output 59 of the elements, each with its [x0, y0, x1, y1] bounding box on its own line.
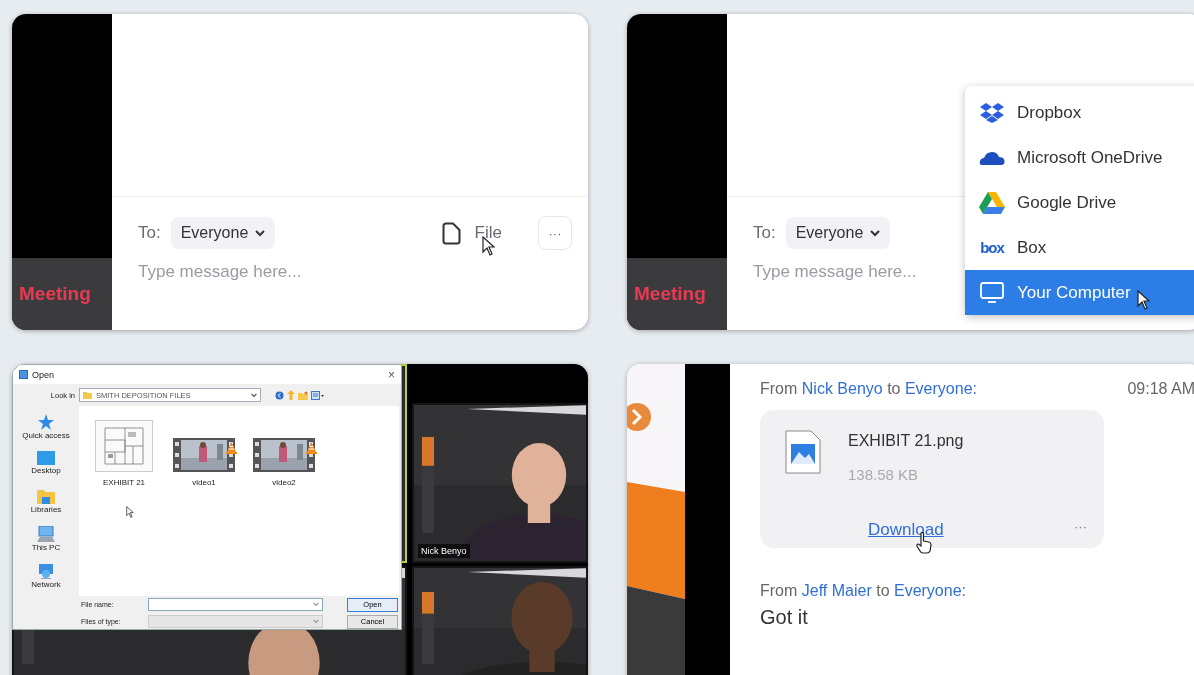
up-arrow-icon [287, 390, 295, 400]
chevron-icon [251, 392, 257, 398]
cursor-icon [126, 506, 134, 518]
desktop-icon [37, 451, 55, 466]
place-item[interactable]: Quick access [22, 431, 70, 440]
menu-item[interactable]: Microsoft OneDrive [965, 135, 1194, 180]
dropbox-icon [980, 102, 1004, 123]
dialog-title: Open [32, 369, 55, 380]
view-menu-icon [311, 390, 325, 400]
place-item[interactable]: Libraries [30, 505, 62, 515]
cone-icon [226, 442, 237, 454]
chevron-icon [870, 229, 881, 237]
menu-item[interactable]: Dropbox [965, 90, 1194, 135]
message-time: 09:18 AM [1127, 380, 1194, 398]
document-icon [441, 221, 461, 245]
image-file-icon [785, 430, 821, 474]
place-item[interactable]: Desktop [31, 466, 61, 476]
close-button[interactable]: × [388, 367, 395, 382]
file-item[interactable]: video1 [192, 478, 216, 487]
folder-icon [83, 391, 92, 399]
place-item[interactable]: This PC [31, 542, 61, 552]
monitor-icon [980, 282, 1004, 303]
more-button[interactable]: ··· [1074, 519, 1087, 534]
message-header: From Nick Benyo to Everyone: [760, 380, 978, 398]
chevron-icon [313, 602, 319, 607]
computer-icon [37, 525, 55, 542]
message-header: From Jeff Maier to Everyone: [760, 582, 967, 600]
box-logo: box [980, 239, 1004, 256]
download-link[interactable]: Download [868, 520, 944, 540]
to-label: To: [138, 223, 161, 243]
cone-icon [306, 442, 317, 454]
window-icon [19, 370, 28, 379]
cloud-icon [979, 149, 1005, 166]
triangle-icon [979, 191, 1005, 214]
star-icon [38, 414, 54, 430]
message-input[interactable]: Type message here... [138, 259, 398, 285]
recipient-dropdown[interactable]: Everyone [170, 217, 276, 249]
message-text: Got it [760, 606, 809, 629]
file-name-field[interactable] [148, 598, 323, 611]
file-size: 138.58 KB [848, 466, 919, 483]
recipient-dropdown[interactable]: Everyone [785, 217, 891, 249]
new-folder-icon [298, 390, 308, 400]
folder-icon [37, 488, 55, 505]
chevron-icon [313, 619, 319, 624]
cursor-icon [1137, 290, 1150, 310]
menu-item[interactable]: Google Drive [965, 180, 1194, 225]
place-item[interactable]: Network [31, 579, 61, 589]
more-button[interactable]: ··· [538, 216, 572, 250]
file-item[interactable]: EXHIBIT 21 [102, 478, 146, 487]
back-icon [275, 390, 284, 400]
to-label: To: [753, 223, 776, 243]
participant-name: Nick Benyo [418, 544, 470, 558]
menu-item[interactable]: Your Computer [965, 270, 1194, 315]
network-icon [37, 562, 55, 579]
file-name: EXHIBIT 21.png [848, 432, 964, 450]
file-button[interactable]: File [441, 221, 502, 245]
file-item[interactable]: video2 [272, 478, 296, 487]
cursor-icon [482, 236, 495, 256]
chevron-icon [255, 229, 266, 237]
